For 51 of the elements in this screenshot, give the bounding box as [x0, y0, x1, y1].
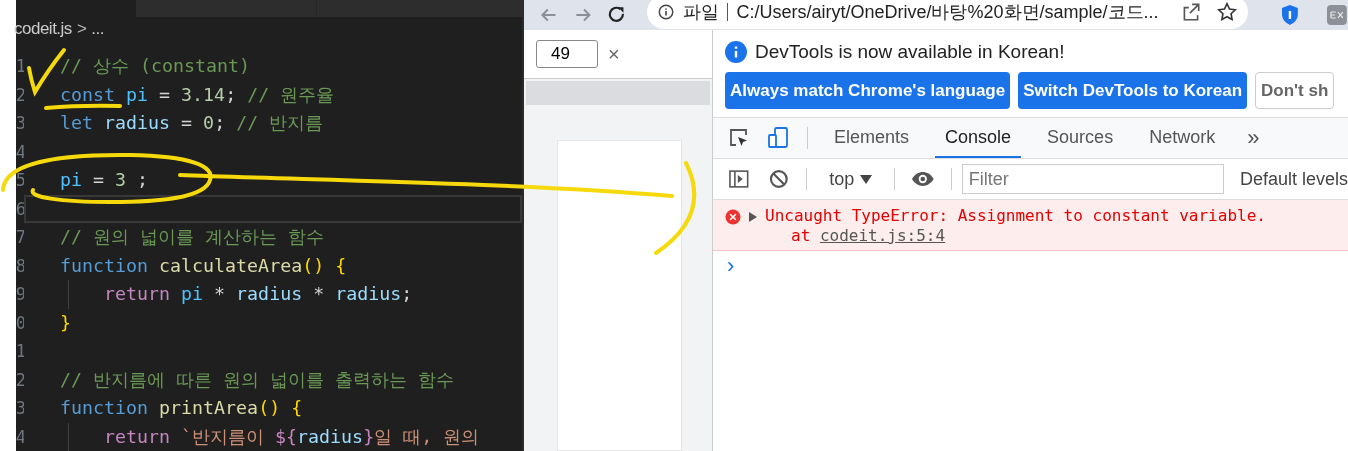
line-number: 1	[16, 56, 24, 77]
console-prompt[interactable]: ›	[713, 253, 735, 279]
close-button[interactable]: ×	[606, 42, 622, 66]
code-line: const pi = 3.14; // 원주율	[60, 85, 335, 104]
code-line: return pi * radius * radius;	[103, 285, 413, 304]
code-line: function printArea() {	[60, 399, 303, 418]
line-number: 3	[16, 398, 24, 419]
filter-field[interactable]: Filter	[961, 164, 1224, 194]
source-link[interactable]: codeit.js:5:4	[819, 226, 946, 245]
line-number: 1	[16, 341, 24, 362]
line-number: 9	[16, 284, 24, 305]
device-toggle-icon[interactable]	[767, 126, 791, 150]
url-text: C:/Users/airyt/OneDrive/바탕%20화면/sample/코드...	[736, 1, 1160, 24]
breadcrumb-more[interactable]: ...	[91, 19, 104, 39]
devtools-tab[interactable]: Console	[935, 118, 1022, 158]
star-icon[interactable]	[1216, 1, 1239, 23]
code-line: // 원의 넓이를 계산하는 함수	[60, 228, 325, 247]
info-icon[interactable]	[657, 3, 676, 21]
line-number: 3	[16, 113, 24, 134]
location-prefix: at	[791, 226, 811, 245]
line-number: 5	[16, 170, 24, 191]
line-number: 7	[16, 227, 24, 248]
devtools-tab[interactable]: Network	[1139, 118, 1226, 158]
code-line: }	[60, 313, 71, 332]
code-line: let radius = 0; // 반지름	[60, 114, 324, 133]
shield-icon[interactable]	[1280, 4, 1301, 26]
code-line: return `반지름이 ${radius}일 때, 원의	[103, 427, 480, 446]
infobar-button[interactable]: Switch DevTools to Korean	[1018, 72, 1247, 109]
sidebar-icon[interactable]	[727, 167, 751, 191]
code-line: // 상수 (constant)	[60, 57, 251, 76]
breadcrumb-separator: >	[76, 19, 87, 39]
infobar-button[interactable]: Don't sh	[1255, 72, 1335, 109]
address-bar[interactable]: 파일 C:/Users/airyt/OneDrive/바탕%20화면/sample/코드...	[647, 0, 1249, 29]
context-dropdown[interactable]: top	[823, 167, 879, 191]
infobar-button[interactable]: Always match Chrome's language	[725, 72, 1011, 109]
code-line: pi = 3 ;	[60, 171, 149, 190]
more-tabs-button[interactable]: »	[1241, 124, 1266, 152]
levels-dropdown[interactable]: Default levels	[1239, 168, 1348, 190]
code-line: // 반지름에 따른 원의 넓이를 출력하는 함수	[60, 370, 455, 389]
devtools-tab[interactable]: Sources	[1037, 118, 1124, 158]
find-field[interactable]: 49	[536, 40, 598, 68]
error-icon	[725, 209, 741, 225]
code-line: function calculateArea() {	[60, 256, 347, 275]
line-number: 2	[16, 84, 24, 105]
error-message: Uncaught TypeError: Assignment to constant variable.	[765, 206, 1266, 225]
infobar-message: DevTools is now available in Korean!	[755, 41, 1065, 63]
scheme-label: 파일	[683, 1, 720, 24]
devtools-tab[interactable]: Elements	[824, 118, 920, 158]
info-icon	[725, 41, 747, 63]
expand-arrow-icon[interactable]	[749, 212, 757, 222]
line-number: 2	[16, 369, 24, 390]
